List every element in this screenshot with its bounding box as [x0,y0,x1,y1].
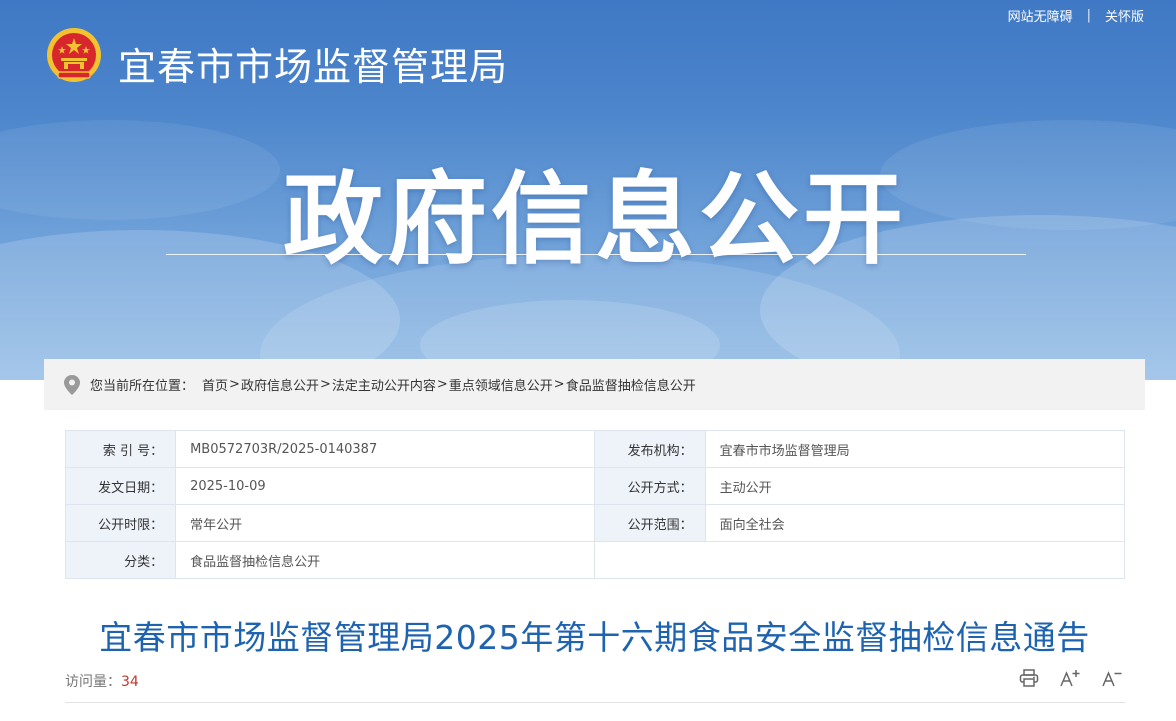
breadcrumb-separator: > [319,377,331,392]
meta-empty-cell [594,541,1125,579]
hero-divider [166,254,1026,255]
meta-label: 公开方式： [594,467,706,505]
hero-title: 政府信息公开 [283,161,907,278]
breadcrumb-item-home[interactable]: 首页 [202,375,228,394]
elderly-mode-link[interactable]: 关怀版 [1105,6,1144,25]
document-meta-table: 索 引 号： MB0572703R/2025-0140387 发布机构： 宜春市… [64,430,1126,579]
site-title[interactable]: 宜春市市场监督管理局 [118,36,508,91]
content-panel: 您当前所在位置： 首页 > 政府信息公开 > 法定主动公开内容 > 重点领域信息… [44,359,1145,721]
top-links: 网站无障碍 | 关怀版 [1008,6,1144,25]
meta-label: 公开时限： [64,504,177,542]
table-row: 索 引 号： MB0572703R/2025-0140387 发布机构： 宜春市… [64,430,1126,468]
breadcrumb-item-key-areas[interactable]: 重点领域信息公开 [449,375,553,394]
meta-value: 面向全社会 [704,504,1126,542]
breadcrumb-item-food-inspection[interactable]: 食品监督抽检信息公开 [566,375,696,394]
visit-count-value: 34 [121,674,139,690]
meta-label: 分类： [64,541,177,579]
table-row: 公开时限： 常年公开 公开范围： 面向全社会 [64,504,1126,542]
breadcrumb-item-gov-info[interactable]: 政府信息公开 [241,375,319,394]
breadcrumb-prefix: 您当前所在位置： [90,379,195,394]
meta-value: 宜春市市场监督管理局 [704,430,1126,468]
meta-label: 索 引 号： [64,430,177,468]
meta-value: 2025-10-09 [175,467,596,505]
breadcrumb-separator: > [229,377,240,392]
table-row: 分类： 食品监督抽检信息公开 [64,541,1125,579]
print-button[interactable] [1019,669,1039,687]
font-increase-icon [1060,670,1080,687]
meta-label: 发文日期： [64,467,177,505]
article-tools [999,669,1123,687]
breadcrumb-separator: > [436,377,448,392]
meta-label: 发布机构： [594,430,706,468]
font-increase-button[interactable] [1059,669,1081,687]
meta-value: 食品监督抽检信息公开 [175,541,596,579]
meta-value: MB0572703R/2025-0140387 [175,430,596,468]
visit-count: 访问量：34 [65,671,139,691]
divider [65,702,1125,703]
link-separator: | [1086,8,1091,23]
font-decrease-icon [1102,671,1122,687]
meta-label: 公开范围： [594,504,706,542]
breadcrumb-separator: > [553,377,565,392]
meta-value: 常年公开 [175,504,596,542]
font-decrease-button[interactable] [1101,669,1123,687]
breadcrumb: 您当前所在位置： 首页 > 政府信息公开 > 法定主动公开内容 > 重点领域信息… [44,359,1145,410]
breadcrumb-item-statutory[interactable]: 法定主动公开内容 [332,375,436,394]
accessibility-link[interactable]: 网站无障碍 [1008,6,1073,25]
printer-icon [1019,669,1039,687]
visit-count-label: 访问量： [65,674,121,690]
location-pin-icon [64,374,80,395]
article-title: 宜春市市场监督管理局2025年第十六期食品安全监督抽检信息通告 [99,618,1090,657]
meta-value: 主动公开 [704,467,1126,505]
national-emblem-icon [47,28,101,82]
header-banner: 网站无障碍 | 关怀版 宜春市市场监督管理局 政府信息公开 [0,0,1176,380]
table-row: 发文日期： 2025-10-09 公开方式： 主动公开 [64,467,1126,505]
page: 网站无障碍 | 关怀版 宜春市市场监督管理局 政府信息公开 您当前所在位置： 首… [0,0,1176,721]
